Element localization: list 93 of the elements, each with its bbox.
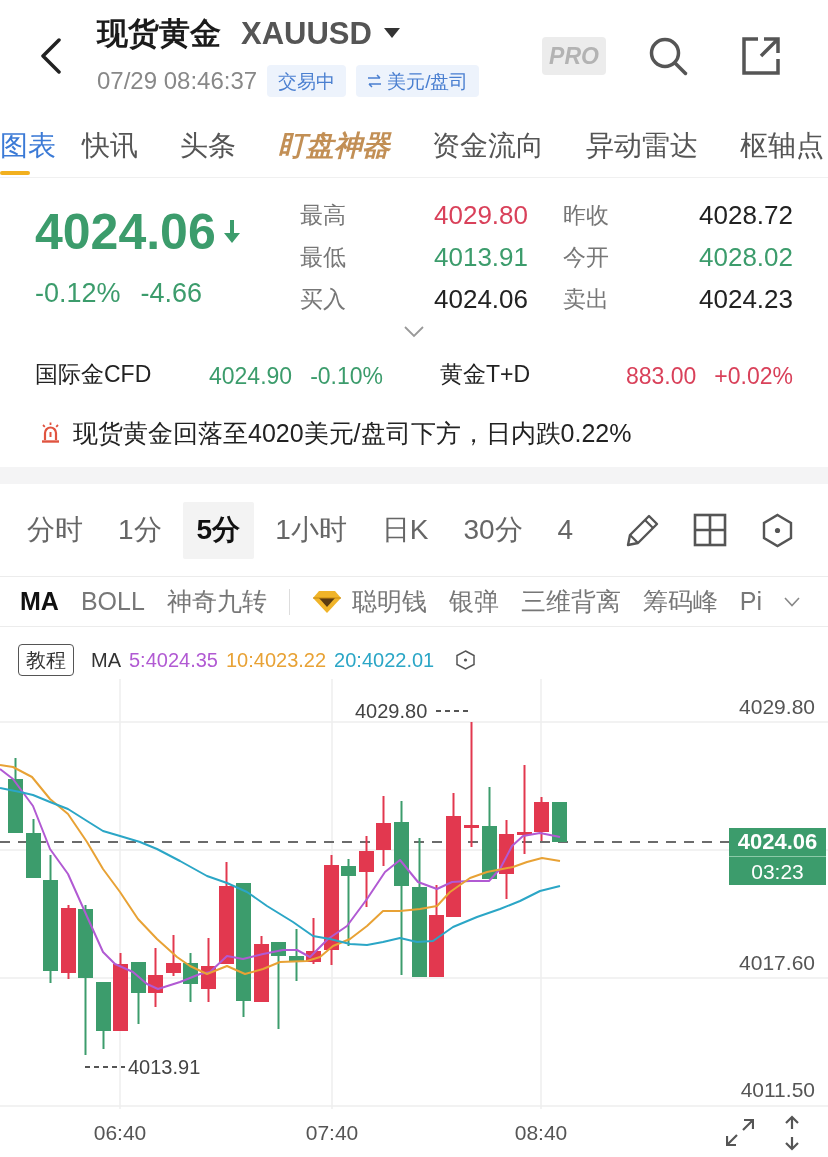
period-tab[interactable]: 1小时 [261,501,361,559]
stat-value: 4013.91 [434,244,528,270]
grid-icon[interactable] [693,513,727,547]
caret-down-icon [383,28,400,38]
candlestick [96,981,111,1050]
indicator-tab[interactable]: 神奇九转 [166,589,267,614]
stat-label: 最低 [300,245,346,269]
candlestick [289,928,304,982]
instrument-name: 国际金CFD [35,361,152,387]
tab[interactable]: 资金流向 [432,120,544,177]
symbol-dropdown[interactable]: XAUUSD [241,17,400,49]
legend-value: 20:4022.01 [334,650,435,670]
instrument-name: 黄金T+D [440,361,531,387]
tab[interactable]: 图表 [0,120,56,177]
indicator-tab[interactable]: BOLL [80,589,145,614]
time-axis-label: 06:40 [93,1122,147,1143]
last-price: 4024.06 [35,207,216,257]
candlestick [254,935,269,1003]
unit-toggle[interactable]: 美元/盘司 [356,65,480,97]
legend-value: 10:4023.22 [226,650,327,670]
low-price-label: 4013.91 [128,1057,201,1077]
stat-label: 昨收 [563,203,609,227]
back-icon[interactable] [40,38,62,74]
alert-text[interactable]: 现货黄金回落至4020美元/盘司下方，日内跌0.22% [73,420,632,446]
expand-icon[interactable] [726,1118,754,1147]
indicator-tab[interactable]: 银弹 [448,589,499,614]
candlestick [26,818,41,879]
instrument-price: 883.00 [626,364,697,388]
stat-value: 4029.80 [434,202,528,228]
pencil-icon[interactable] [625,512,660,548]
legend-value: 5:4024.35 [129,650,218,670]
candlestick [534,796,549,842]
indicator-tab[interactable]: MA [20,589,59,614]
tab[interactable]: 异动雷达 [586,120,698,177]
indicator-tab[interactable]: 聪明钱 [311,589,427,614]
instrument-change: +0.02% [714,364,793,388]
stat-label: 今开 [563,245,609,269]
stat-value: 4028.02 [699,244,793,270]
legend-label: MA [91,650,121,670]
share-icon[interactable] [740,35,782,77]
price-axis-label: 4011.50 [740,1079,815,1100]
change-percent: -0.12% [35,279,121,307]
stat-value: 4028.72 [699,202,793,228]
candlestick [306,917,321,965]
candlestick [166,934,181,977]
stat-value: 4024.23 [699,286,793,312]
hexagon-icon[interactable] [456,650,476,670]
tab[interactable]: 枢轴点 [740,120,824,177]
instrument-change: -0.10% [310,364,383,388]
price-axis-label: 4029.80 [739,696,815,717]
stat-label: 最高 [300,203,346,227]
stat-value: 4024.06 [434,286,528,312]
title: 现货黄金 [97,17,221,49]
alarm-icon [40,422,61,444]
vertical-arrows-icon[interactable] [784,1114,800,1151]
stat-label: 卖出 [563,287,609,311]
chevron-down-icon[interactable] [404,326,424,338]
candlestick [552,801,567,843]
candlestick [131,961,146,1025]
tab[interactable]: 头条 [180,120,236,177]
tab[interactable]: 快讯 [82,120,138,177]
period-tab[interactable]: 4 [543,501,588,559]
leader-line [435,710,469,712]
candlestick [201,937,216,1003]
time-axis-label: 08:40 [514,1122,568,1143]
period-tab[interactable]: 30分 [449,501,537,559]
tutorial-button[interactable]: 教程 [18,644,74,676]
swap-icon [367,74,383,88]
indicator-tab[interactable]: 三维背离 [520,589,621,614]
time-axis-label: 07:40 [305,1122,359,1143]
period-tab[interactable]: 1分 [104,501,176,559]
countdown-text: 03:23 [751,860,804,882]
instrument-price: 4024.90 [209,364,293,388]
stat-label: 买入 [300,287,346,311]
indicator-tab[interactable]: Pi [739,589,763,614]
hexagon-icon[interactable] [760,512,795,548]
change-value: -4.66 [140,279,203,307]
indicator-tab[interactable]: 筹码峰 [642,589,718,614]
timestamp: 07/29 08:46:37 [97,69,258,93]
candlestick [148,947,163,1008]
candlestick [183,952,198,1003]
chevron-down-icon[interactable] [784,596,801,607]
price-tag-value: 4024.06 [737,831,818,853]
period-tab[interactable]: 分时 [13,501,97,559]
status-badge: 交易中 [267,65,347,97]
candlestick [376,795,391,867]
period-tab[interactable]: 日K [367,501,443,559]
price-axis-label: 4017.60 [739,952,815,973]
leader-line [84,1066,126,1068]
gem-icon [311,589,342,614]
period-tab[interactable]: 5分 [182,501,255,559]
high-price-label: 4029.80 [355,701,428,721]
search-icon[interactable] [648,36,688,76]
